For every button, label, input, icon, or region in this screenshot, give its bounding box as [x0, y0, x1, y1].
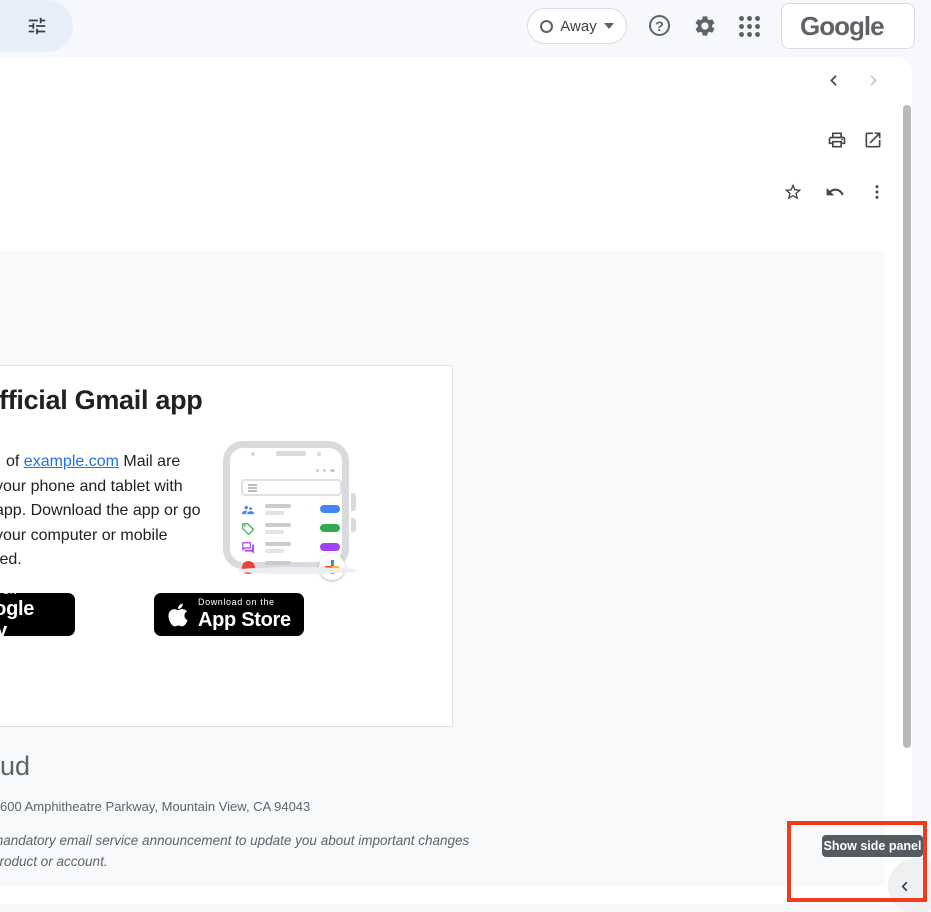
footer-brand-fragment: ud: [0, 751, 30, 782]
footer-legal-line1: mandatory email service announcement to …: [0, 833, 469, 848]
star-button[interactable]: [783, 182, 803, 202]
body-line1-post: Mail are: [119, 453, 180, 470]
phone-illustration: [223, 441, 349, 569]
footer-legal-line2: product or account.: [0, 854, 108, 869]
status-selector[interactable]: Away: [527, 8, 627, 44]
body-line3: app. Download the app or go: [0, 502, 200, 519]
more-vert-icon: [868, 183, 886, 201]
chat-icon: [241, 541, 255, 555]
google-account-card[interactable]: Google: [781, 3, 915, 49]
gear-icon: [693, 14, 717, 38]
show-side-panel-tooltip: Show side panel: [822, 835, 923, 857]
app-store-badge-bottom: App Store: [198, 609, 291, 631]
phone-search-bar: [241, 479, 342, 496]
footer-legal-text: mandatory email service announcement to …: [0, 831, 469, 872]
body-line2: your phone and tablet with: [0, 478, 183, 495]
footer-address: 600 Amphitheatre Parkway, Mountain View,…: [0, 799, 310, 814]
support-button[interactable]: ?: [649, 15, 670, 36]
reply-icon: [825, 182, 845, 202]
scrollbar-thumb[interactable]: [903, 105, 911, 748]
gmail-window: Away ? Google: [0, 0, 931, 912]
open-in-new-icon: [863, 130, 883, 150]
star-icon: [783, 182, 803, 202]
apps-grid-icon: [739, 16, 760, 37]
app-store-badge[interactable]: Download on the App Store: [154, 593, 304, 636]
google-apps-button[interactable]: [739, 16, 760, 37]
example-link[interactable]: example.com: [24, 453, 119, 470]
more-options-button[interactable]: [868, 183, 886, 201]
print-button[interactable]: [827, 130, 847, 150]
older-email-button[interactable]: [865, 72, 882, 89]
tooltip-label: Show side panel: [824, 839, 922, 853]
label-icon: [241, 522, 255, 536]
email-heading: fficial Gmail app: [0, 385, 202, 416]
apple-icon: [167, 602, 189, 628]
google-play-badge[interactable]: GET IT ON Google Play: [0, 593, 75, 636]
tune-icon: [26, 15, 48, 37]
google-play-badge-bottom: Google Play: [0, 598, 75, 642]
chevron-left-icon: [825, 72, 842, 89]
body-line1-pre: of: [0, 453, 24, 470]
chevron-right-icon: [865, 72, 882, 89]
email-paragraph: of example.com Mail are your phone and t…: [0, 450, 200, 573]
status-label: Away: [560, 18, 596, 35]
body-line5: ted.: [0, 551, 22, 568]
newer-email-button[interactable]: [825, 72, 842, 89]
body-line4: your computer or mobile: [0, 527, 168, 544]
google-play-badge-top: GET IT ON: [0, 587, 75, 597]
google-logo: Google: [800, 11, 884, 42]
chevron-left-icon: [897, 879, 912, 894]
away-status-icon: [540, 20, 553, 33]
printer-icon: [827, 130, 847, 150]
open-in-new-window-button[interactable]: [863, 130, 883, 150]
search-options-button[interactable]: [0, 0, 73, 52]
reply-button[interactable]: [825, 182, 845, 202]
show-side-panel-button[interactable]: [888, 858, 931, 912]
app-store-badge-top: Download on the: [198, 598, 291, 608]
contacts-icon: [241, 503, 255, 517]
chevron-down-icon: [604, 23, 614, 29]
promo-card: fficial Gmail app of example.com Mail ar…: [0, 365, 453, 727]
settings-button[interactable]: [693, 14, 717, 38]
help-icon: ?: [649, 15, 670, 36]
phone-shadow: [237, 567, 357, 574]
